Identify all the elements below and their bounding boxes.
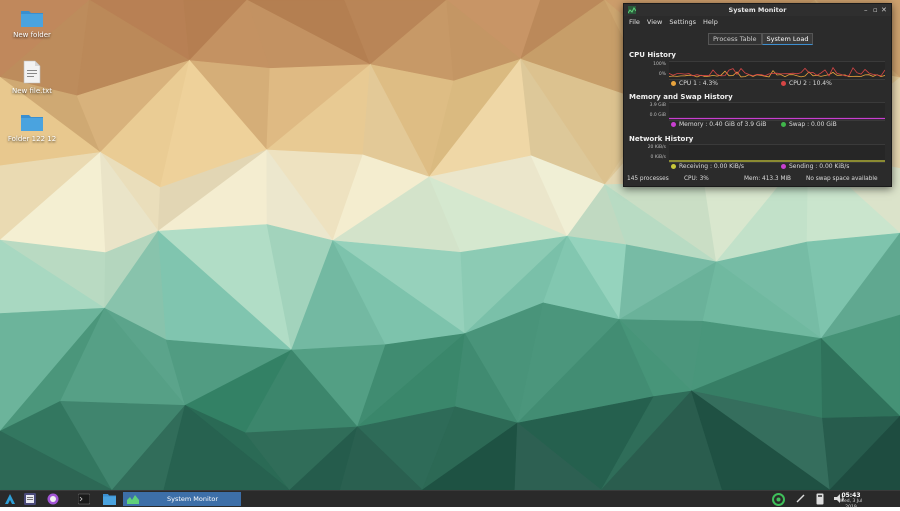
memory-axis-top: 3.9 GiB [649, 103, 666, 108]
menu-bar: File View Settings Help [624, 16, 891, 27]
desktop-icon-label: New file.txt [11, 87, 52, 95]
taskbar-item-label: System Monitor [167, 495, 219, 503]
folder-icon [21, 11, 43, 27]
status-bar: 145 processes CPU: 3% Mem: 413.3 MiB No … [624, 175, 891, 185]
text-file-icon [23, 60, 41, 84]
receiving-legend: Receiving : 0.00 KiB/s [671, 163, 744, 170]
cpu2-color-dot [781, 81, 786, 86]
menu-help[interactable]: Help [703, 18, 718, 26]
swap-color-dot [781, 122, 786, 127]
tab-system-load[interactable]: System Load [761, 33, 814, 45]
memory-legend-label: Memory : 0.40 GiB of 3.9 GiB [679, 121, 767, 128]
receiving-legend-label: Receiving : 0.00 KiB/s [679, 163, 745, 170]
sending-color-dot [781, 164, 786, 169]
terminal-launcher-icon[interactable] [78, 493, 90, 505]
cpu2-legend-label: CPU 2 : 10.4% [789, 80, 832, 87]
file-manager-launcher-icon[interactable] [103, 493, 116, 505]
network-history-title: Network History [629, 135, 694, 143]
clock-time: 05:43 [841, 492, 861, 499]
network-axis-bottom: 0 KiB/s [650, 155, 666, 160]
desktop-icon-new-file[interactable]: New file.txt [2, 60, 62, 95]
pen-icon[interactable] [795, 493, 806, 504]
memory-legend: Memory : 0.40 GiB of 3.9 GiB [671, 121, 766, 128]
cpu1-legend-label: CPU 1 : 4.3% [679, 80, 719, 87]
desktop-icon-folder-2[interactable]: Folder 122 12 [2, 112, 62, 143]
menu-file[interactable]: File [629, 18, 640, 26]
cpu1-color-dot [671, 81, 676, 86]
receiving-color-dot [671, 164, 676, 169]
clock-date: Wed, 3 Jul 2019 [839, 499, 863, 510]
memory-history-title: Memory and Swap History [629, 93, 733, 101]
network-history-graph [669, 144, 885, 163]
cpu-history-title: CPU History [629, 51, 676, 59]
menu-view[interactable]: View [647, 18, 662, 26]
maximize-icon[interactable]: ▫ [873, 6, 878, 14]
status-cpu: CPU: 3% [684, 176, 709, 182]
window-titlebar[interactable]: System Monitor – ▫ ✕ [624, 4, 891, 16]
storage-device-icon[interactable] [816, 493, 824, 505]
sending-legend-label: Sending : 0.00 KiB/s [789, 163, 850, 170]
status-mem: Mem: 413.3 MiB [744, 176, 792, 182]
swap-legend-label: Swap : 0.00 GiB [789, 121, 837, 128]
cpu1-legend: CPU 1 : 4.3% [671, 80, 718, 87]
cpu-axis-bottom: 0% [658, 72, 666, 77]
desktop-icon-new-folder[interactable]: New folder [2, 8, 62, 39]
cpu2-legend: CPU 2 : 10.4% [781, 80, 832, 87]
clock[interactable]: 05:43 Wed, 3 Jul 2019 [836, 492, 866, 511]
tab-bar: Process Table System Load [708, 33, 814, 45]
close-icon[interactable]: ✕ [881, 6, 887, 14]
taskbar: System Monitor 05:43 Wed, 3 Jul 2019 [0, 490, 900, 510]
browser-launcher-icon[interactable] [47, 493, 59, 505]
app-menu-icon[interactable] [4, 493, 16, 505]
tab-process-table[interactable]: Process Table [708, 33, 762, 45]
desktop-icon-label: New folder [13, 31, 51, 39]
taskbar-item-system-monitor[interactable]: System Monitor [123, 492, 241, 506]
memory-color-dot [671, 122, 676, 127]
minimize-icon[interactable]: – [864, 6, 868, 14]
cpu-axis-top: 100% [653, 62, 666, 67]
memory-axis-bottom: 0.0 GiB [649, 113, 666, 118]
system-monitor-app-icon [127, 495, 139, 504]
cpu-history-graph [668, 61, 886, 80]
system-monitor-window[interactable]: System Monitor – ▫ ✕ File View Settings … [623, 3, 892, 187]
text-editor-launcher-icon[interactable] [24, 493, 36, 505]
sending-legend: Sending : 0.00 KiB/s [781, 163, 849, 170]
swap-legend: Swap : 0.00 GiB [781, 121, 837, 128]
network-axis-top: 20 KiB/s [647, 145, 666, 150]
memory-history-graph [669, 102, 885, 121]
status-processes: 145 processes [627, 176, 669, 182]
menu-settings[interactable]: Settings [669, 18, 696, 26]
desktop-icon-label: Folder 122 12 [7, 135, 57, 143]
update-notifier-icon[interactable] [772, 493, 785, 506]
status-swap: No swap space available [806, 176, 878, 182]
window-title: System Monitor [728, 6, 787, 14]
folder-icon [21, 115, 43, 131]
